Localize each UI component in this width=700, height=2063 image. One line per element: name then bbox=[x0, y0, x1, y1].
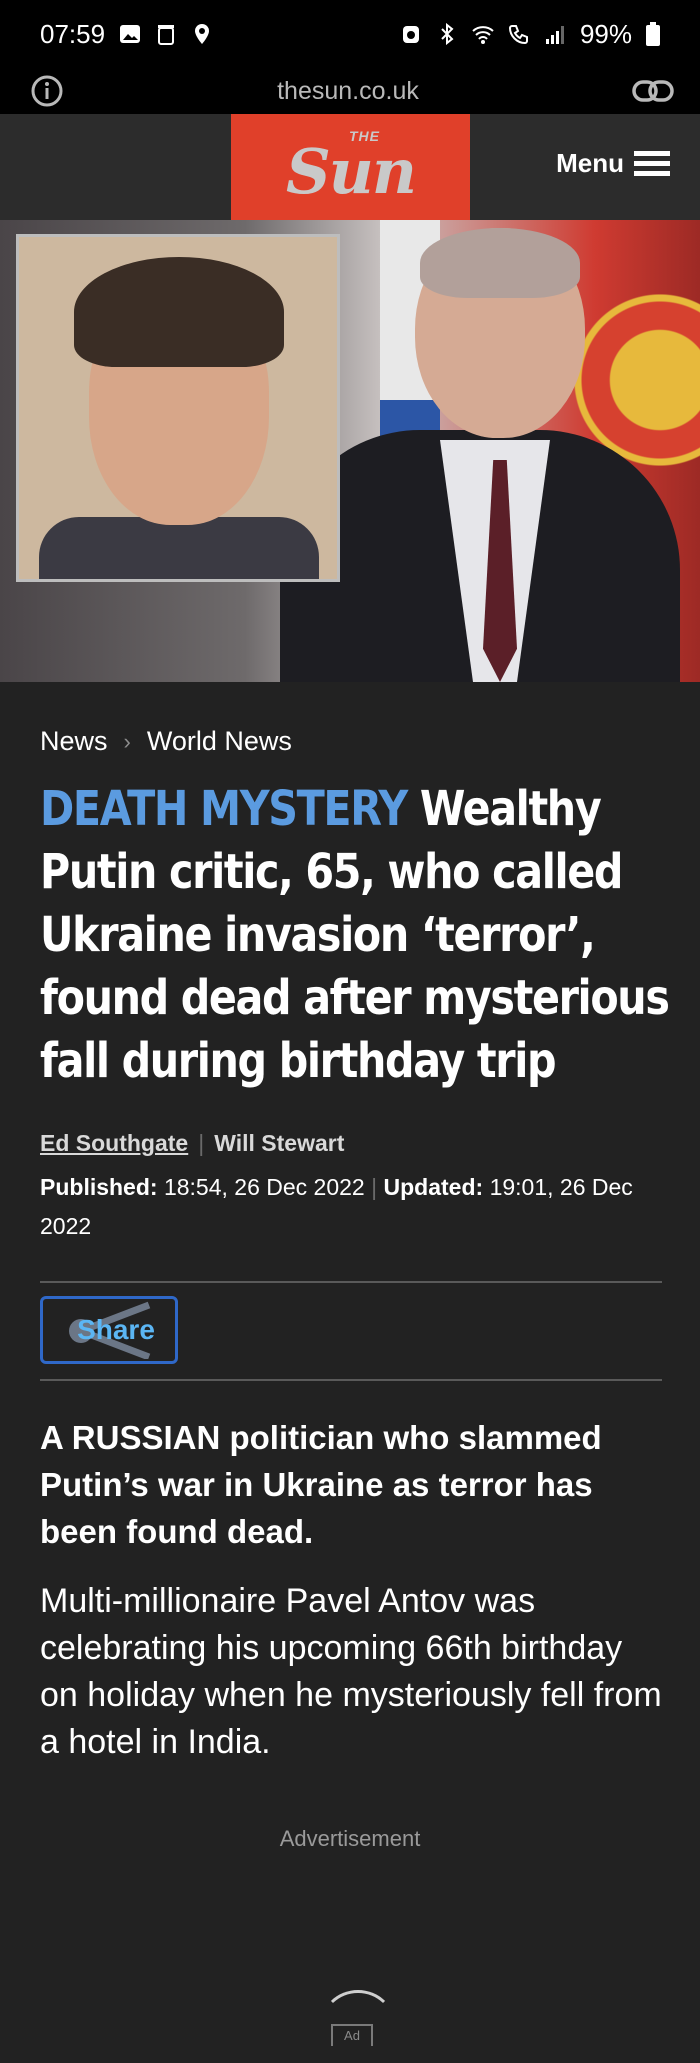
browser-url-bar: thesun.co.uk bbox=[0, 68, 700, 114]
headline-kicker: DEATH MYSTERY bbox=[40, 781, 408, 837]
battery-icon bbox=[646, 22, 660, 46]
trash-icon bbox=[158, 25, 175, 45]
author-link[interactable]: Ed Southgate bbox=[40, 1130, 188, 1157]
chevron-right-icon: › bbox=[123, 728, 131, 754]
the-sun-logo[interactable]: THE Sun bbox=[231, 114, 470, 220]
breadcrumb: News › World News bbox=[40, 726, 292, 757]
logo-sun-text: Sun bbox=[286, 134, 417, 208]
battery-percent: 99% bbox=[579, 18, 632, 49]
location-icon bbox=[195, 24, 210, 44]
byline-divider: | bbox=[198, 1130, 205, 1156]
article-dates: Published: 18:54, 26 Dec 2022 | Updated:… bbox=[40, 1168, 670, 1246]
hamburger-icon bbox=[634, 150, 670, 176]
ad-badge: Ad bbox=[331, 2024, 373, 2046]
advertisement-label: Advertisement bbox=[279, 1826, 421, 1851]
updated-label: Updated: bbox=[383, 1174, 484, 1200]
inset-man-suit bbox=[39, 517, 319, 579]
share-button[interactable]: Share bbox=[40, 1296, 178, 1364]
inset-portrait bbox=[16, 234, 340, 582]
byline: Ed Southgate | Will Stewart bbox=[40, 1130, 344, 1157]
author-name: Will Stewart bbox=[214, 1130, 345, 1156]
dates-divider: | bbox=[371, 1174, 384, 1200]
status-bar: 07:59 99% bbox=[0, 0, 700, 68]
call-icon bbox=[508, 25, 528, 45]
divider-bottom bbox=[40, 1379, 662, 1381]
hero-image bbox=[0, 220, 700, 682]
status-time: 07:59 bbox=[40, 18, 106, 49]
breadcrumb-world-news[interactable]: World News bbox=[147, 726, 292, 757]
bluetooth-icon bbox=[441, 23, 454, 45]
wifi-icon bbox=[472, 26, 494, 44]
alarm-icon bbox=[402, 26, 419, 43]
url-text[interactable]: thesun.co.uk bbox=[277, 77, 419, 106]
logo-the-text: THE bbox=[349, 128, 380, 144]
site-header: THE Sun Menu bbox=[0, 114, 700, 220]
article-standfirst: A RUSSIAN politician who slammed Putin’s… bbox=[40, 1419, 602, 1550]
share-label: Share bbox=[77, 1314, 155, 1345]
article-headline: DEATH MYSTERY Wealthy Putin critic, 65, … bbox=[40, 778, 672, 1093]
gallery-icon bbox=[120, 25, 141, 43]
published-value: 18:54, 26 Dec 2022 bbox=[163, 1174, 365, 1200]
menu-label: Menu bbox=[556, 148, 624, 178]
menu-button[interactable]: Menu bbox=[556, 148, 670, 179]
man-right-hair bbox=[420, 228, 580, 298]
link-icon[interactable] bbox=[632, 78, 674, 104]
info-icon[interactable] bbox=[30, 74, 64, 108]
signal-icon bbox=[545, 26, 564, 44]
breadcrumb-news[interactable]: News bbox=[40, 726, 108, 757]
divider-top bbox=[40, 1281, 662, 1283]
article-body-paragraph: Multi-millionaire Pavel Antov was celebr… bbox=[40, 1582, 662, 1761]
published-label: Published: bbox=[40, 1174, 158, 1200]
inset-man-hair bbox=[74, 257, 284, 367]
